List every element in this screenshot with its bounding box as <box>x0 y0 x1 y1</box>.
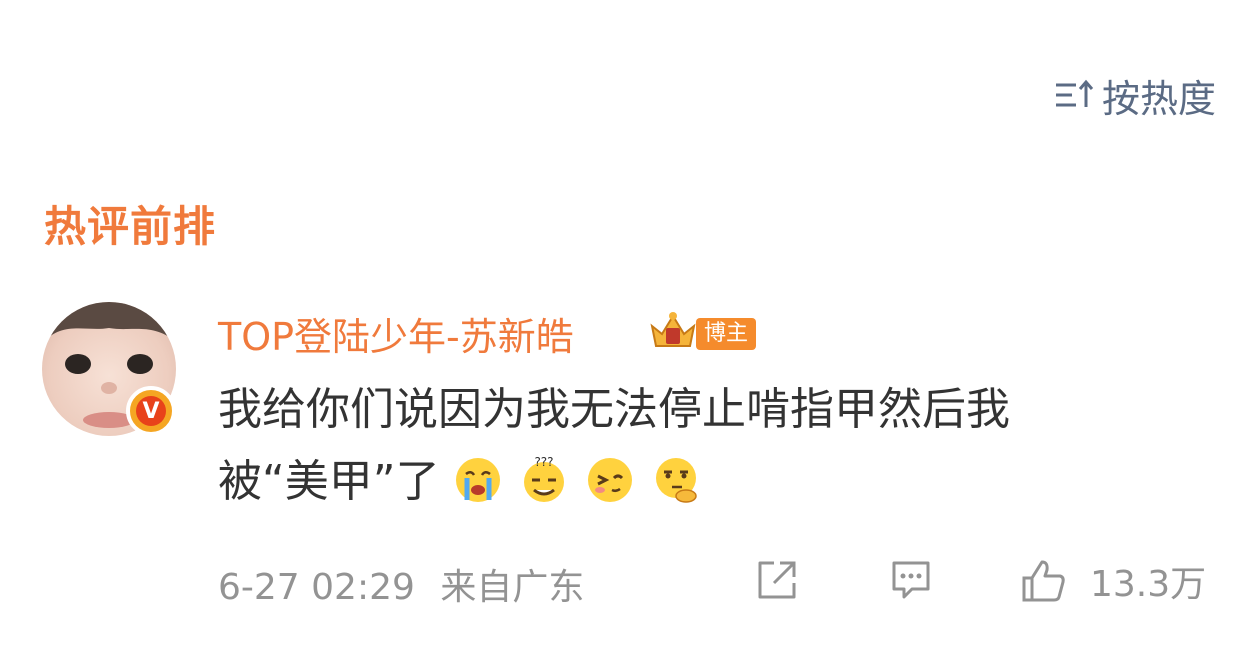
share-icon <box>758 561 796 599</box>
thinking-emoji-icon <box>655 458 697 503</box>
author-badge: 博主 <box>696 318 757 350</box>
comment-line-2: 被“美甲”了 ??? <box>218 446 1198 518</box>
comment-location: 来自广东 <box>440 567 585 608</box>
verified-badge-icon: V <box>126 386 176 436</box>
comment-meta: 6-27 02:29 来自广东 <box>218 558 584 610</box>
wink-emoji-icon <box>587 458 632 502</box>
like-button[interactable]: 13.3万 <box>1018 555 1206 607</box>
reply-button[interactable] <box>886 555 936 605</box>
confused-emoji-icon: ??? <box>523 456 564 502</box>
share-button[interactable] <box>752 555 802 605</box>
crying-emoji-icon <box>455 458 500 502</box>
comment-text: 我给你们说因为我无法停止啃指甲然后我 被“美甲”了 ??? <box>218 374 1198 518</box>
sort-icon <box>1055 79 1094 107</box>
comment-username[interactable]: TOP登陆少年-苏新皓 <box>218 306 574 361</box>
crown-icon <box>650 312 696 347</box>
section-title: 热评前排 <box>44 202 217 251</box>
comment-line-1: 我给你们说因为我无法停止啃指甲然后我 <box>218 384 1010 435</box>
like-count: 13.3万 <box>1090 564 1207 605</box>
svg-text:???: ??? <box>534 456 553 469</box>
comment-bubble-icon <box>892 561 930 599</box>
comment-line-2-text: 被“美甲”了 <box>218 456 440 507</box>
sort-label: 按热度 <box>1101 76 1216 121</box>
comment-time: 6-27 02:29 <box>218 567 415 608</box>
sort-toggle[interactable]: 按热度 <box>1054 70 1216 121</box>
thumbs-up-icon <box>1022 560 1065 602</box>
